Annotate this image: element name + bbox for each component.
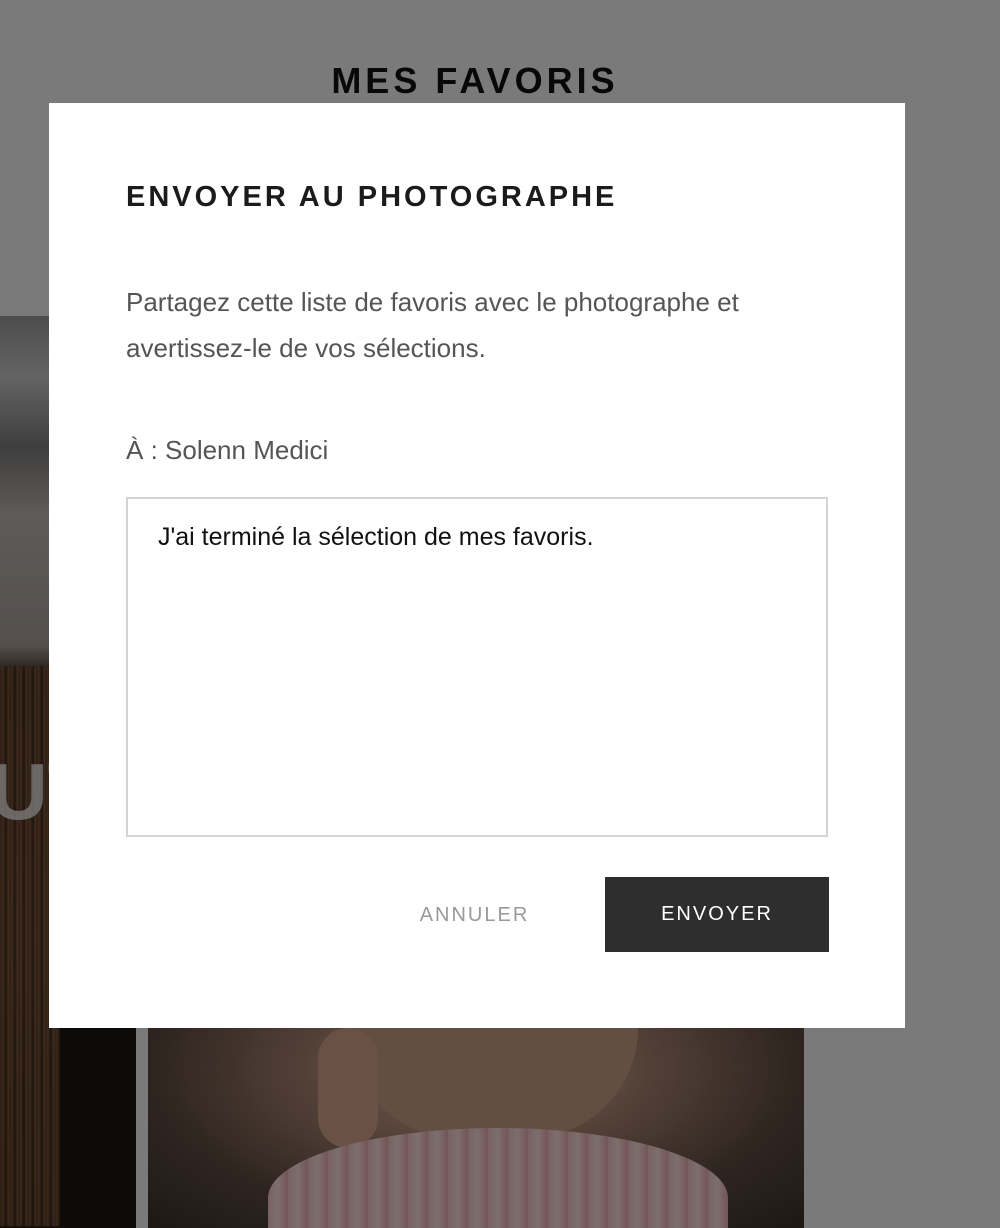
page: MES FAVORIS UT ENVOYER AU PHOTOGRAPHE Pa… [0,0,1000,1228]
dialog-description: Partagez cette liste de favoris avec le … [126,287,739,363]
recipient-label: À : Solenn Medici [126,435,329,465]
send-button[interactable]: ENVOYER [605,877,829,952]
message-textarea[interactable] [126,497,828,837]
send-to-photographer-dialog: ENVOYER AU PHOTOGRAPHE Partagez cette li… [49,103,905,1028]
cancel-button[interactable]: ANNULER [387,877,562,953]
dialog-title: ENVOYER AU PHOTOGRAPHE [126,181,618,213]
